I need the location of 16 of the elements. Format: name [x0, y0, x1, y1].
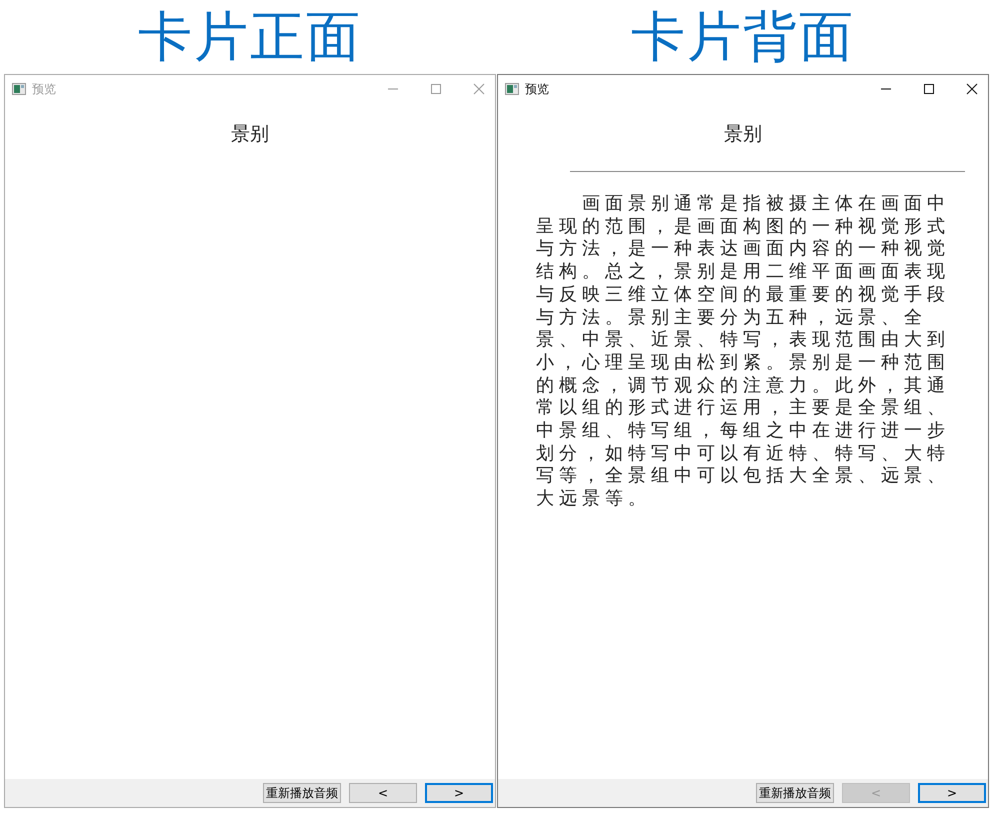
maximize-icon[interactable] — [923, 83, 935, 95]
card-text: 画面景别通常是指被摄主体在画面中呈现的范围，是画面构图的一种视觉形式与方法，是一种表达画面内容的一种视觉结构。总之，景别是用二维平面画面表现与反映三维立体空间的最重要的视觉手段与方法。景别主要分为五种，远景、全景、中景、近景、特写，表现范围由大到小，心理呈现由松到紧。景别是一种范围的概念，调节观众的注意力。此外，其通常以组的形式进行运用，主要是全景组、中景组、特写组，每组之中在进行进一步划分，如特写中可以有近特、特写、大特写等，全景组中可以包括大全景、远景、大远景等。 — [536, 192, 950, 510]
next-button[interactable]: > — [425, 783, 493, 803]
card-caption: 卡片正面 — [137, 4, 363, 70]
close-icon[interactable] — [966, 83, 978, 95]
card-heading: 景别 — [231, 122, 269, 147]
next-button[interactable]: > — [918, 783, 986, 803]
window-title: 预览 — [32, 80, 56, 98]
replay-audio-button[interactable]: 重新播放音频 — [263, 783, 341, 803]
card-heading: 景别 — [724, 122, 762, 147]
app-icon — [12, 83, 26, 95]
window-title: 预览 — [525, 80, 549, 98]
replay-audio-button[interactable]: 重新播放音频 — [756, 783, 834, 803]
previous-button[interactable]: < — [349, 783, 417, 803]
card-caption: 卡片背面 — [630, 4, 856, 70]
app-icon — [505, 83, 519, 95]
